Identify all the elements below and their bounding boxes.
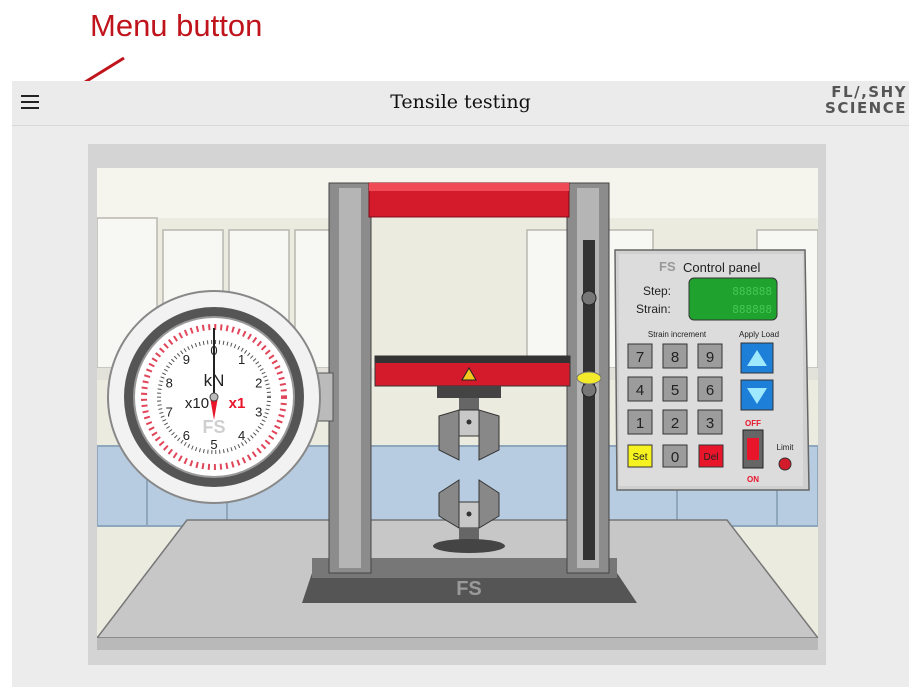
strain-label: Strain: xyxy=(636,302,671,316)
step-display: 888888 xyxy=(732,285,772,298)
simulation-scene: FS 0123456789 kN x10 x1 FS FS Control xyxy=(97,168,818,650)
load-up-button[interactable] xyxy=(740,342,774,374)
del-button[interactable]: Del xyxy=(698,444,724,468)
svg-text:1: 1 xyxy=(636,415,644,432)
control-panel-title: Control panel xyxy=(683,260,760,275)
dial-number: 8 xyxy=(166,376,173,391)
limit-label: Limit xyxy=(777,443,795,452)
dial-number: 9 xyxy=(183,352,190,367)
page-title: Tensile testing xyxy=(390,91,531,113)
svg-text:6: 6 xyxy=(706,382,714,399)
dial-number: 5 xyxy=(210,437,217,452)
strain-display: 888888 xyxy=(732,303,772,316)
strain-increment-label: Strain increment xyxy=(648,330,707,339)
svg-text:2: 2 xyxy=(671,415,679,432)
key-6-button[interactable]: 6 xyxy=(697,376,723,402)
load-down-button[interactable] xyxy=(740,379,774,411)
off-label: OFF xyxy=(745,419,761,428)
key-1-button[interactable]: 1 xyxy=(627,409,653,435)
logo: FL/,SHY SCIENCE xyxy=(825,83,907,117)
dial-number: 1 xyxy=(238,352,245,367)
on-label: ON xyxy=(747,475,759,484)
svg-text:7: 7 xyxy=(636,349,644,366)
apply-load-label: Apply Load xyxy=(739,330,779,339)
svg-text:Set: Set xyxy=(632,452,647,463)
gauge-multiplier-left: x10 xyxy=(185,395,209,412)
dial-number: 4 xyxy=(238,428,245,443)
gauge-multiplier-right: x1 xyxy=(229,395,246,412)
svg-text:5: 5 xyxy=(671,382,679,399)
key-3-button[interactable]: 3 xyxy=(697,409,723,435)
top-bar: Tensile testing FL/,SHY SCIENCE xyxy=(12,81,909,126)
key-0-button[interactable]: 0 xyxy=(662,444,688,468)
dial-number: 2 xyxy=(255,376,262,391)
power-switch[interactable] xyxy=(742,429,764,469)
machine-brand: FS xyxy=(456,578,482,600)
key-2-button[interactable]: 2 xyxy=(662,409,688,435)
svg-text:0: 0 xyxy=(671,449,679,466)
svg-text:9: 9 xyxy=(706,349,714,366)
svg-text:3: 3 xyxy=(706,415,714,432)
step-label: Step: xyxy=(643,284,671,298)
set-button[interactable]: Set xyxy=(627,444,653,468)
limit-indicator xyxy=(778,457,792,471)
key-4-button[interactable]: 4 xyxy=(627,376,653,402)
svg-text:8: 8 xyxy=(671,349,679,366)
key-5-button[interactable]: 5 xyxy=(662,376,688,402)
annotation-label: Menu button xyxy=(90,8,263,43)
dial-number: 3 xyxy=(255,405,262,420)
key-8-button[interactable]: 8 xyxy=(662,343,688,369)
key-9-button[interactable]: 9 xyxy=(697,343,723,369)
svg-text:4: 4 xyxy=(636,382,644,399)
key-7-button[interactable]: 7 xyxy=(627,343,653,369)
control-panel-brand: FS xyxy=(659,259,676,274)
dial-number: 6 xyxy=(183,428,190,443)
svg-text:Del: Del xyxy=(703,452,718,463)
dial-number: 7 xyxy=(166,405,173,420)
